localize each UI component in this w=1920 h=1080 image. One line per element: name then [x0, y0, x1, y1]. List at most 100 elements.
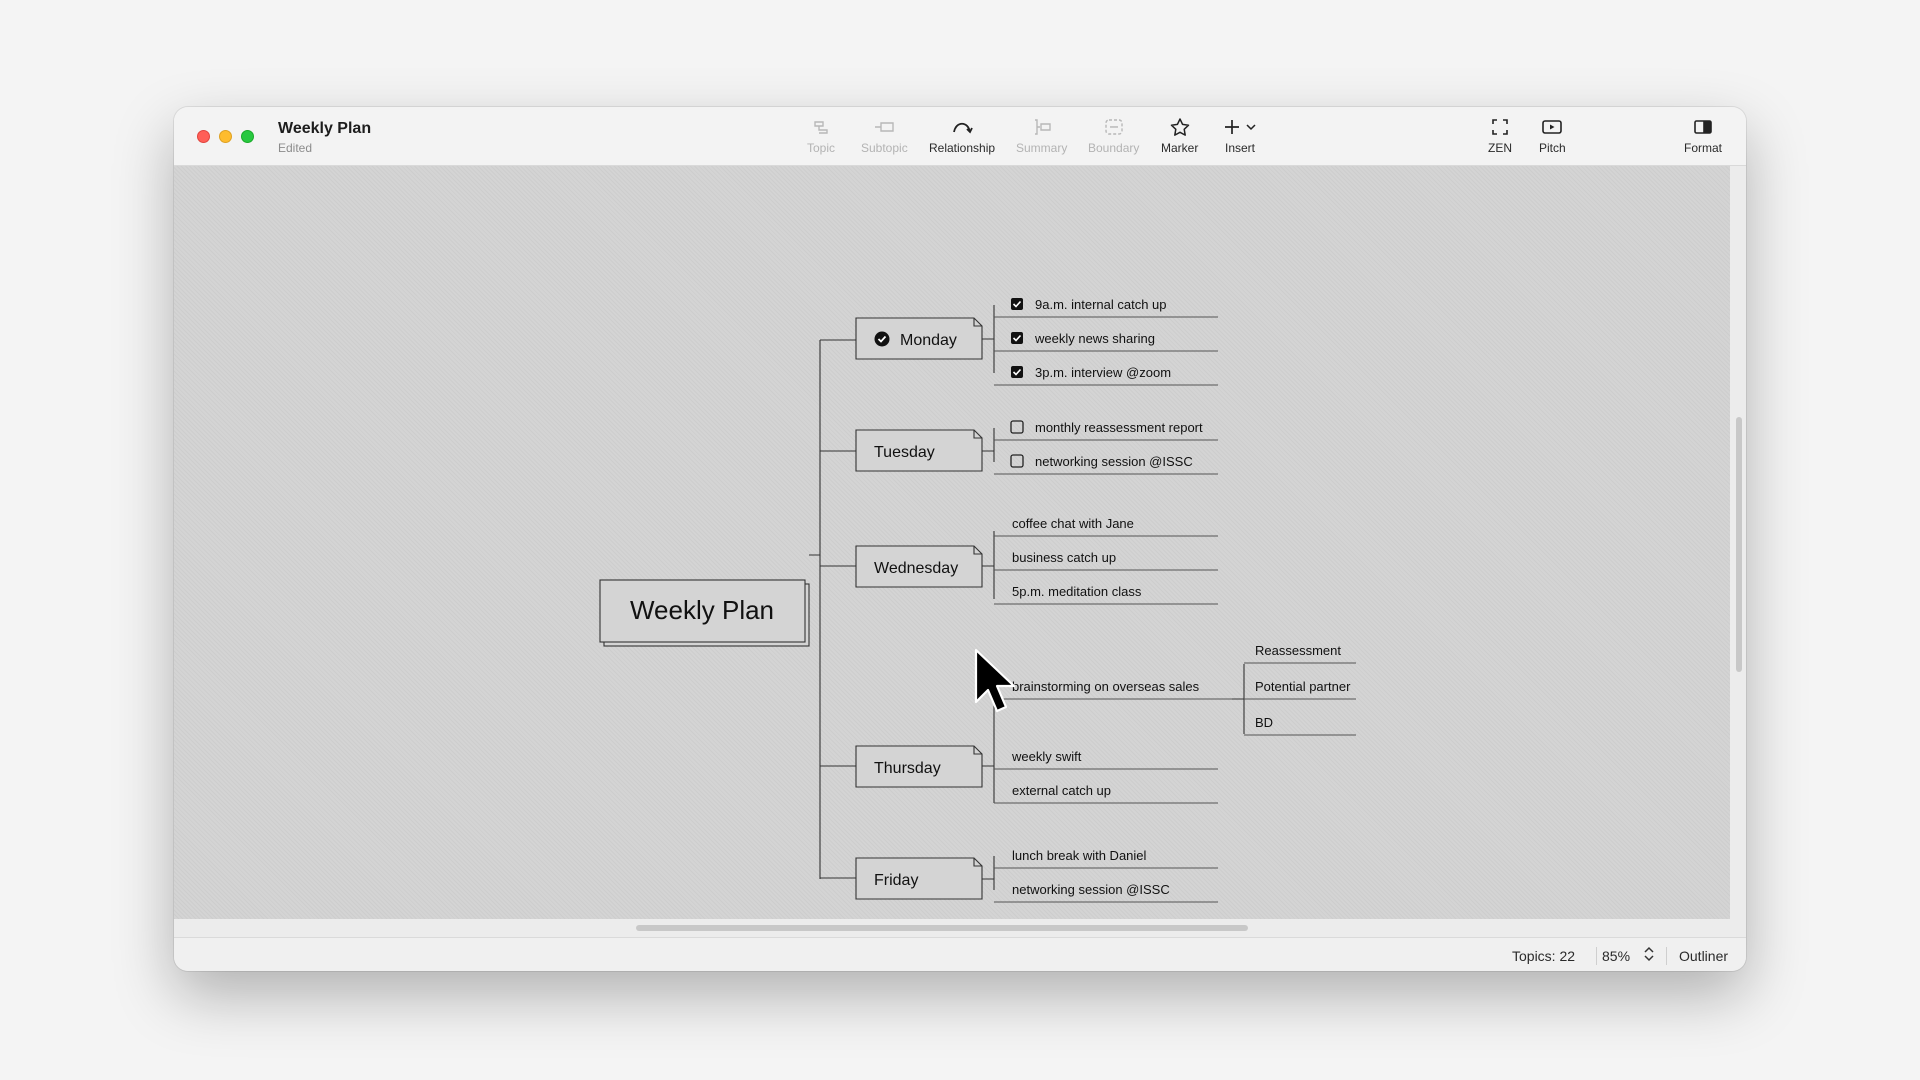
- subtopic-external-catch-up[interactable]: external catch up: [994, 783, 1218, 804]
- topics-count: Topics: 22: [1512, 948, 1576, 964]
- checkbox-checked-icon: [1011, 332, 1023, 344]
- subtopic-label: monthly reassessment report: [1035, 420, 1203, 435]
- subtopic-weekly-swift[interactable]: weekly swift: [994, 749, 1218, 770]
- topic-icon: [814, 121, 828, 134]
- subtopic-coffee-chat[interactable]: coffee chat with Jane: [994, 516, 1218, 537]
- marker-button[interactable]: Marker: [1161, 117, 1198, 155]
- summary-icon: [1034, 119, 1051, 135]
- minimize-window-button[interactable]: [219, 130, 232, 143]
- subtopic-label: networking session @ISSC: [1035, 454, 1193, 469]
- subtopic-weekly-news-sharing[interactable]: weekly news sharing: [994, 331, 1218, 352]
- subtopic-label: Subtopic: [861, 141, 908, 155]
- subtopic-brainstorming[interactable]: brainstorming on overseas sales: [994, 679, 1232, 700]
- topic-label: Topic: [807, 141, 836, 155]
- format-label: Format: [1684, 141, 1723, 155]
- subtopic-label: brainstorming on overseas sales: [1012, 679, 1200, 694]
- topic-thursday[interactable]: Thursday: [855, 745, 983, 788]
- subtopic-label: 5p.m. meditation class: [1012, 584, 1142, 599]
- maximize-window-button[interactable]: [241, 130, 254, 143]
- zoom-level: 85%: [1602, 948, 1631, 964]
- status-bar: Topics: 22 85% Outliner: [174, 937, 1746, 971]
- boundary-button[interactable]: Boundary: [1088, 117, 1139, 155]
- checkbox-checked-icon: [1011, 366, 1023, 378]
- document-status: Edited: [278, 141, 313, 155]
- topic-tuesday[interactable]: Tuesday: [855, 429, 983, 472]
- play-screen-icon: [1542, 120, 1563, 134]
- marker-label: Marker: [1161, 141, 1199, 155]
- relationship-button[interactable]: Relationship: [929, 117, 995, 155]
- subtopic-label: business catch up: [1012, 550, 1116, 565]
- status-divider: [1666, 947, 1667, 965]
- outliner-button[interactable]: Outliner: [1679, 948, 1728, 964]
- relationship-icon: [953, 122, 973, 134]
- horizontal-scrollbar[interactable]: [636, 925, 1248, 931]
- subtopic-bd[interactable]: BD: [1244, 715, 1356, 736]
- pitch-button[interactable]: Pitch: [1539, 117, 1566, 155]
- subtopic-label: coffee chat with Jane: [1012, 516, 1134, 531]
- subtopic-label: Reassessment: [1255, 643, 1341, 658]
- subtopic-lunch-daniel[interactable]: lunch break with Daniel: [994, 848, 1218, 869]
- subtopic-meditation-class[interactable]: 5p.m. meditation class: [994, 584, 1218, 605]
- mindmap: Weekly Plan Monday 9a.m. internal catch …: [599, 297, 1356, 903]
- subtopic-label: networking session @ISSC: [1012, 882, 1170, 897]
- topic-wednesday-label: Wednesday: [874, 560, 958, 577]
- app-window: Weekly Plan Edited Topic Subtopic Relati…: [174, 107, 1746, 971]
- subtopic-label: Potential partner: [1255, 679, 1351, 694]
- checkbox-unchecked-icon: [1010, 420, 1024, 434]
- plus-chevron-icon: [1225, 120, 1256, 134]
- topic-tuesday-label: Tuesday: [874, 444, 935, 461]
- subtopic-business-catch-up[interactable]: business catch up: [994, 550, 1218, 571]
- mouse-cursor-icon: [974, 648, 1016, 713]
- topic-monday[interactable]: Monday: [855, 317, 983, 360]
- topic-friday-label: Friday: [874, 872, 918, 889]
- subtopic-label: weekly swift: [1011, 749, 1082, 764]
- close-window-button[interactable]: [197, 130, 210, 143]
- boundary-icon: [1104, 119, 1123, 135]
- zoom-stepper[interactable]: [1643, 945, 1655, 966]
- status-divider: [1596, 947, 1597, 965]
- topic-button[interactable]: Topic: [807, 117, 835, 155]
- topic-thursday-label: Thursday: [874, 760, 941, 777]
- checkbox-checked-icon: [1011, 298, 1023, 310]
- pitch-label: Pitch: [1539, 141, 1566, 155]
- format-panel-icon: [1694, 120, 1712, 134]
- topic-friday[interactable]: Friday: [855, 857, 983, 900]
- document-title: Weekly Plan: [278, 120, 372, 137]
- boundary-label: Boundary: [1088, 141, 1140, 155]
- summary-button[interactable]: Summary: [1016, 117, 1067, 155]
- subtopic-reassessment[interactable]: Reassessment: [1244, 643, 1356, 664]
- root-topic[interactable]: Weekly Plan: [599, 579, 810, 647]
- root-topic-label: Weekly Plan: [630, 595, 774, 625]
- zen-label: ZEN: [1488, 141, 1512, 155]
- topic-monday-label: Monday: [900, 332, 957, 349]
- checkbox-unchecked-icon: [1010, 454, 1024, 468]
- subtopic-label: lunch break with Daniel: [1012, 848, 1147, 863]
- insert-label: Insert: [1224, 141, 1255, 155]
- subtopic-label: 9a.m. internal catch up: [1035, 297, 1167, 312]
- title-bar: Weekly Plan Edited Topic Subtopic Relati…: [174, 107, 1746, 166]
- subtopic-icon: [875, 122, 895, 132]
- subtopic-monthly-report[interactable]: monthly reassessment report: [994, 420, 1218, 441]
- summary-label: Summary: [1016, 141, 1068, 155]
- chevron-up-down-icon: [1644, 946, 1654, 962]
- fullscreen-icon: [1492, 119, 1508, 135]
- star-icon: [1170, 118, 1189, 136]
- vertical-scrollbar[interactable]: [1736, 417, 1742, 672]
- format-button[interactable]: Format: [1684, 117, 1722, 155]
- subtopic-label: weekly news sharing: [1034, 331, 1155, 346]
- subtopic-internal-catch-up[interactable]: 9a.m. internal catch up: [994, 297, 1218, 318]
- subtopic-interview-zoom[interactable]: 3p.m. interview @zoom: [994, 365, 1218, 386]
- subtopic-label: 3p.m. interview @zoom: [1035, 365, 1171, 380]
- insert-button[interactable]: Insert: [1223, 117, 1257, 155]
- subtopic-networking-issc-friday[interactable]: networking session @ISSC: [994, 882, 1218, 903]
- mindmap-canvas[interactable]: Weekly Plan Monday 9a.m. internal catch …: [174, 166, 1730, 919]
- task-done-icon: [874, 331, 890, 347]
- topic-wednesday[interactable]: Wednesday: [855, 545, 983, 588]
- subtopic-networking-issc[interactable]: networking session @ISSC: [994, 454, 1218, 475]
- relationship-label: Relationship: [929, 141, 996, 155]
- subtopic-label: BD: [1255, 715, 1273, 730]
- zen-button[interactable]: ZEN: [1488, 117, 1512, 155]
- subtopic-label: external catch up: [1012, 783, 1111, 798]
- subtopic-potential-partner[interactable]: Potential partner: [1244, 679, 1356, 700]
- subtopic-button[interactable]: Subtopic: [861, 117, 908, 155]
